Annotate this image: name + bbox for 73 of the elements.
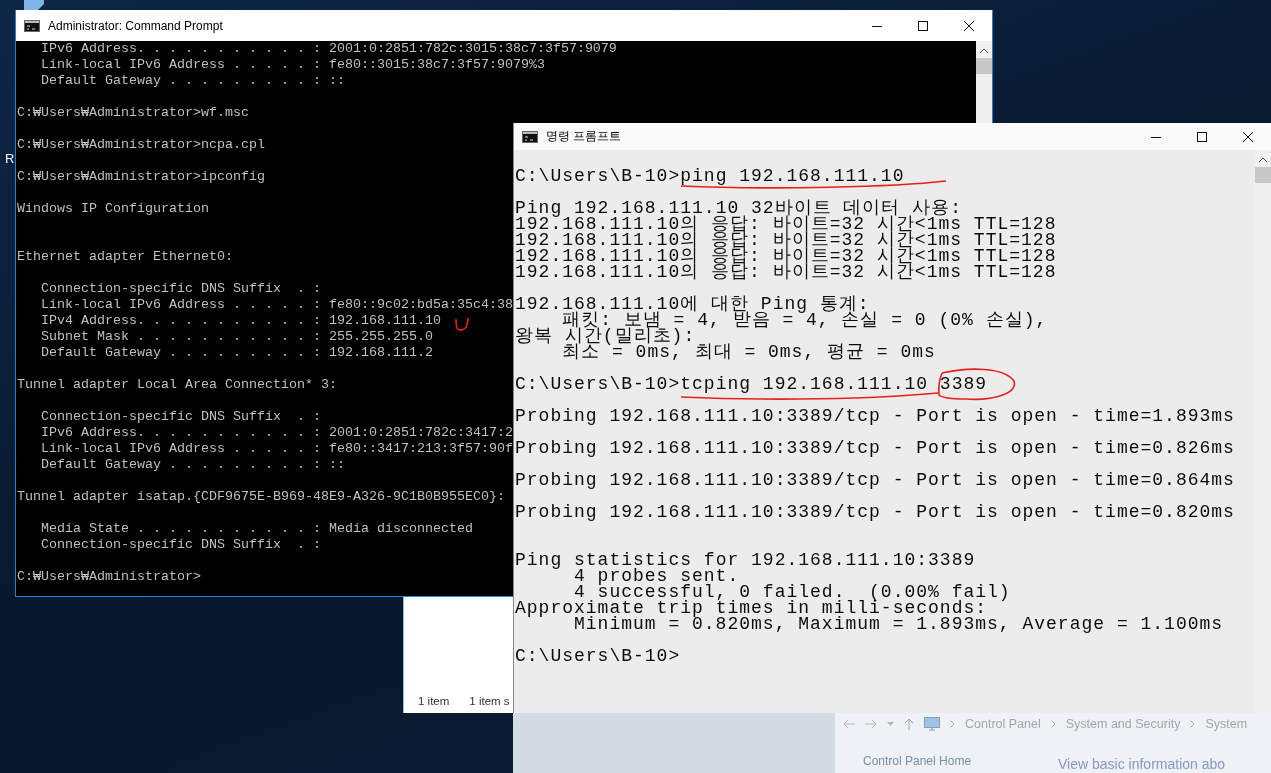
- scroll-thumb[interactable]: [1255, 167, 1271, 183]
- console-line: C:\Users\B-10>tcping 192.168.111.10 3389: [515, 376, 988, 392]
- desktop-icon-label[interactable]: R: [5, 151, 15, 166]
- window-title: Administrator: Command Prompt: [48, 18, 224, 33]
- console-line: Link-local IPv6 Address . . . . . : fe80::9c02:bd5a:35c4:38: [40, 297, 513, 313]
- console-line: 192.168.111.10에 대한 Ping 통계:: [515, 296, 870, 312]
- console-line: Connection-specific DNS Suffix . :: [40, 281, 321, 297]
- console-line: Probing 192.168.111.10:3389/tcp - Port is open - time=0.820ms: [515, 504, 1235, 520]
- console-line: 192.168.111.10의 응답: 바이트=32 시간<1ms TTL=128: [515, 264, 1057, 280]
- chevron-icon: [1050, 720, 1056, 728]
- console-line: 패킷: 보냄 = 4, 받음 = 4, 손실 = 0 (0% 손실),: [562, 312, 1048, 328]
- annotation-mark: [455, 317, 469, 331]
- console-line: 192.168.111.10의 응답: 바이트=32 시간<1ms TTL=128: [515, 248, 1057, 264]
- page-heading: View basic information abo: [1058, 756, 1226, 772]
- status-text: 1 item: [418, 695, 450, 707]
- console-line: Minimum = 0.820ms, Maximum = 1.893ms, Average = 1.100ms: [574, 616, 1224, 632]
- console-line: Ethernet adapter Ethernet0:: [17, 249, 233, 265]
- window-title: 명령 프롬프트: [546, 128, 623, 145]
- console-line: Default Gateway . . . . . . . . . : 192.168.111.2: [40, 345, 433, 361]
- back-arrow-icon[interactable]: [843, 719, 855, 729]
- breadcrumb-link[interactable]: System and Security: [1065, 717, 1181, 731]
- console-line: Windows IP Configuration: [17, 201, 209, 217]
- console-line: Probing 192.168.111.10:3389/tcp - Port is open - time=0.864ms: [515, 472, 1235, 488]
- up-arrow-icon[interactable]: [904, 718, 914, 730]
- console-line: Ping 192.168.111.10 32바이트 데이터 사용:: [515, 200, 963, 216]
- console-line: Link-local IPv6 Address . . . . . : fe80::3417:213:3f57:90f: [40, 441, 513, 457]
- chevron-icon: [1190, 720, 1196, 728]
- console-line: Default Gateway . . . . . . . . . : ::: [40, 73, 345, 89]
- console-line: 최소 = 0ms, 최대 = 0ms, 평균 = 0ms: [561, 344, 936, 360]
- maximize-icon[interactable]: [918, 20, 928, 31]
- console-line: Tunnel adapter isatap.{CDF9675E-B969-48E9-A326-9C1B0B955EC0}:: [17, 489, 505, 505]
- scrollbar[interactable]: [976, 41, 992, 123]
- console-line: Probing 192.168.111.10:3389/tcp - Port is open - time=1.893ms: [515, 408, 1235, 424]
- scrollbar[interactable]: [1255, 150, 1271, 713]
- close-icon[interactable]: [964, 20, 974, 31]
- console-line: C:\Users\B-10>: [515, 648, 681, 664]
- console-icon: [24, 19, 40, 32]
- monitor-icon: [924, 717, 940, 731]
- console-icon: [522, 130, 538, 143]
- console-line: 192.168.111.10의 응답: 바이트=32 시간<1ms TTL=128: [515, 232, 1057, 248]
- caret-icon[interactable]: [980, 48, 988, 53]
- status-text: 1 item s: [469, 695, 510, 707]
- console-line: Connection-specific DNS Suffix . :: [40, 409, 321, 425]
- console-line: C:₩Users₩Administrator>ncpa.cpl: [17, 137, 265, 153]
- console-line: Ping statistics for 192.168.111.10:3389: [515, 552, 976, 568]
- console-line: C:₩Users₩Administrator>ipconfig: [17, 169, 265, 185]
- maximize-icon[interactable]: [1197, 131, 1207, 142]
- console-line: Probing 192.168.111.10:3389/tcp - Port is open - time=0.826ms: [515, 440, 1235, 456]
- console-line: IPv6 Address. . . . . . . . . . . : 2001:0:2851:782c:3417:2: [40, 425, 513, 441]
- console-line: Subnet Mask . . . . . . . . . . . : 255.255.255.0: [40, 329, 433, 345]
- scroll-thumb[interactable]: [976, 58, 992, 74]
- console-line: IPv4 Address. . . . . . . . . . . : 192.168.111.10: [40, 313, 441, 329]
- console-line: C:₩Users₩Administrator>wf.msc: [17, 105, 249, 121]
- sidebar-link[interactable]: Control Panel Home: [863, 754, 1058, 768]
- console-line: Link-local IPv6 Address . . . . . : fe80::3015:38c7:3f57:9079%3: [40, 57, 545, 73]
- console-line: Tunnel adapter Local Area Connection* 3:: [17, 377, 337, 393]
- caret-icon[interactable]: [1259, 157, 1267, 162]
- chevron-icon: [950, 720, 955, 728]
- console-line: 192.168.111.10의 응답: 바이트=32 시간<1ms TTL=128: [515, 216, 1057, 232]
- console-line: Default Gateway . . . . . . . . . : ::: [40, 457, 345, 473]
- breadcrumb-link[interactable]: System: [1205, 717, 1248, 731]
- console-line: IPv6 Address. . . . . . . . . . . : 2001:0:2851:782c:3015:38c7:3f57:9079: [40, 41, 617, 57]
- forward-arrow-icon[interactable]: [865, 719, 877, 729]
- console-line: C:\Users\B-10>ping 192.168.111.10: [515, 168, 905, 184]
- breadcrumb-link[interactable]: Control Panel: [965, 717, 1041, 731]
- console-line: Approximate trip times in milli-seconds:: [515, 600, 988, 616]
- console-line: Connection-specific DNS Suffix . :: [40, 537, 321, 553]
- console-line: 4 probes sent.: [573, 568, 740, 584]
- console-line: 4 successful, 0 failed. (0.00% fail): [574, 584, 1011, 600]
- console-line: Media State . . . . . . . . . . . : Media disconnected: [40, 521, 473, 537]
- console-line: 왕복 시간(밀리초):: [515, 328, 696, 344]
- close-icon[interactable]: [1243, 131, 1253, 142]
- console-line: C:₩Users₩Administrator>: [17, 569, 201, 585]
